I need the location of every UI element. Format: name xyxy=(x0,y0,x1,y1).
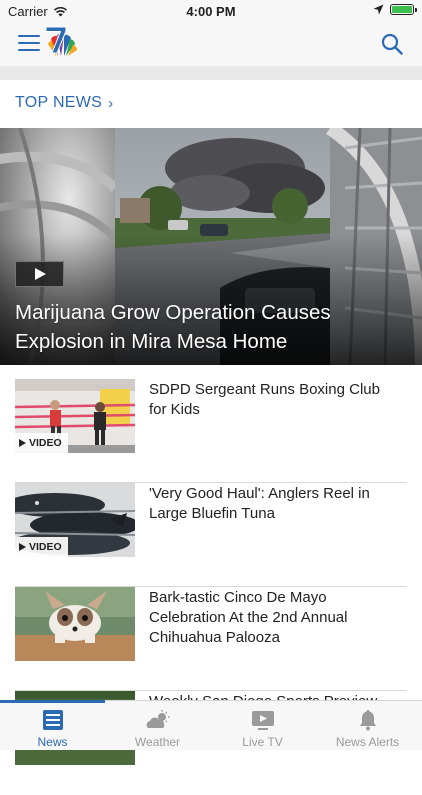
video-badge: VIDEO xyxy=(15,537,68,557)
play-icon xyxy=(19,439,26,447)
status-bar: Carrier 4:00 PM xyxy=(0,0,422,22)
hamburger-menu-icon[interactable] xyxy=(18,35,40,53)
tab-label: Live TV xyxy=(242,735,283,749)
tab-live-tv[interactable]: Live TV xyxy=(210,701,315,751)
chevron-right-icon: › xyxy=(108,94,114,112)
tab-bar: News Weather Live TV News Alerts xyxy=(0,700,422,750)
hero-headline: Marijuana Grow Operation Causes Explosio… xyxy=(15,301,331,353)
search-icon[interactable] xyxy=(380,32,404,56)
bell-icon xyxy=(359,710,376,731)
nav-bar xyxy=(0,22,422,66)
story-headline: Bark-tastic Cinco De Mayo Celebration At… xyxy=(149,589,348,646)
hero-story[interactable]: Marijuana Grow Operation Causes Explosio… xyxy=(0,128,422,365)
top-news-link[interactable]: TOP NEWS › xyxy=(15,94,113,112)
live-tv-icon xyxy=(251,711,274,730)
tab-label: News Alerts xyxy=(335,735,400,749)
play-icon xyxy=(19,543,26,551)
tab-news-alerts[interactable]: News Alerts xyxy=(315,701,420,751)
weather-icon xyxy=(146,710,169,728)
tab-label: Weather xyxy=(134,735,181,749)
video-badge: VIDEO xyxy=(15,433,68,453)
play-icon xyxy=(34,268,46,280)
nbc-7-logo[interactable] xyxy=(44,26,78,60)
battery-icon xyxy=(390,4,417,15)
clock: 4:00 PM xyxy=(186,4,236,19)
story-item[interactable]: VIDEO 'Very Good Haul': Anglers Reel in … xyxy=(15,483,407,587)
tab-news[interactable]: News xyxy=(0,701,105,751)
location-arrow-icon xyxy=(373,4,384,15)
section-title: TOP NEWS xyxy=(15,94,103,111)
story-headline: SDPD Sergeant Runs Boxing Club for Kids xyxy=(149,381,380,418)
story-item[interactable]: Bark-tastic Cinco De Mayo Celebration At… xyxy=(15,587,407,691)
story-thumbnail: VIDEO xyxy=(15,379,135,453)
news-icon xyxy=(42,710,63,730)
story-headline: 'Very Good Haul': Anglers Reel in Large … xyxy=(149,485,370,522)
nav-divider xyxy=(0,66,422,80)
tab-weather[interactable]: Weather xyxy=(105,701,210,751)
play-button[interactable] xyxy=(15,261,64,287)
story-thumbnail xyxy=(15,587,135,661)
story-item[interactable]: VIDEO SDPD Sergeant Runs Boxing Club for… xyxy=(15,379,407,483)
story-thumbnail: VIDEO xyxy=(15,483,135,557)
tab-label: News xyxy=(37,735,68,749)
